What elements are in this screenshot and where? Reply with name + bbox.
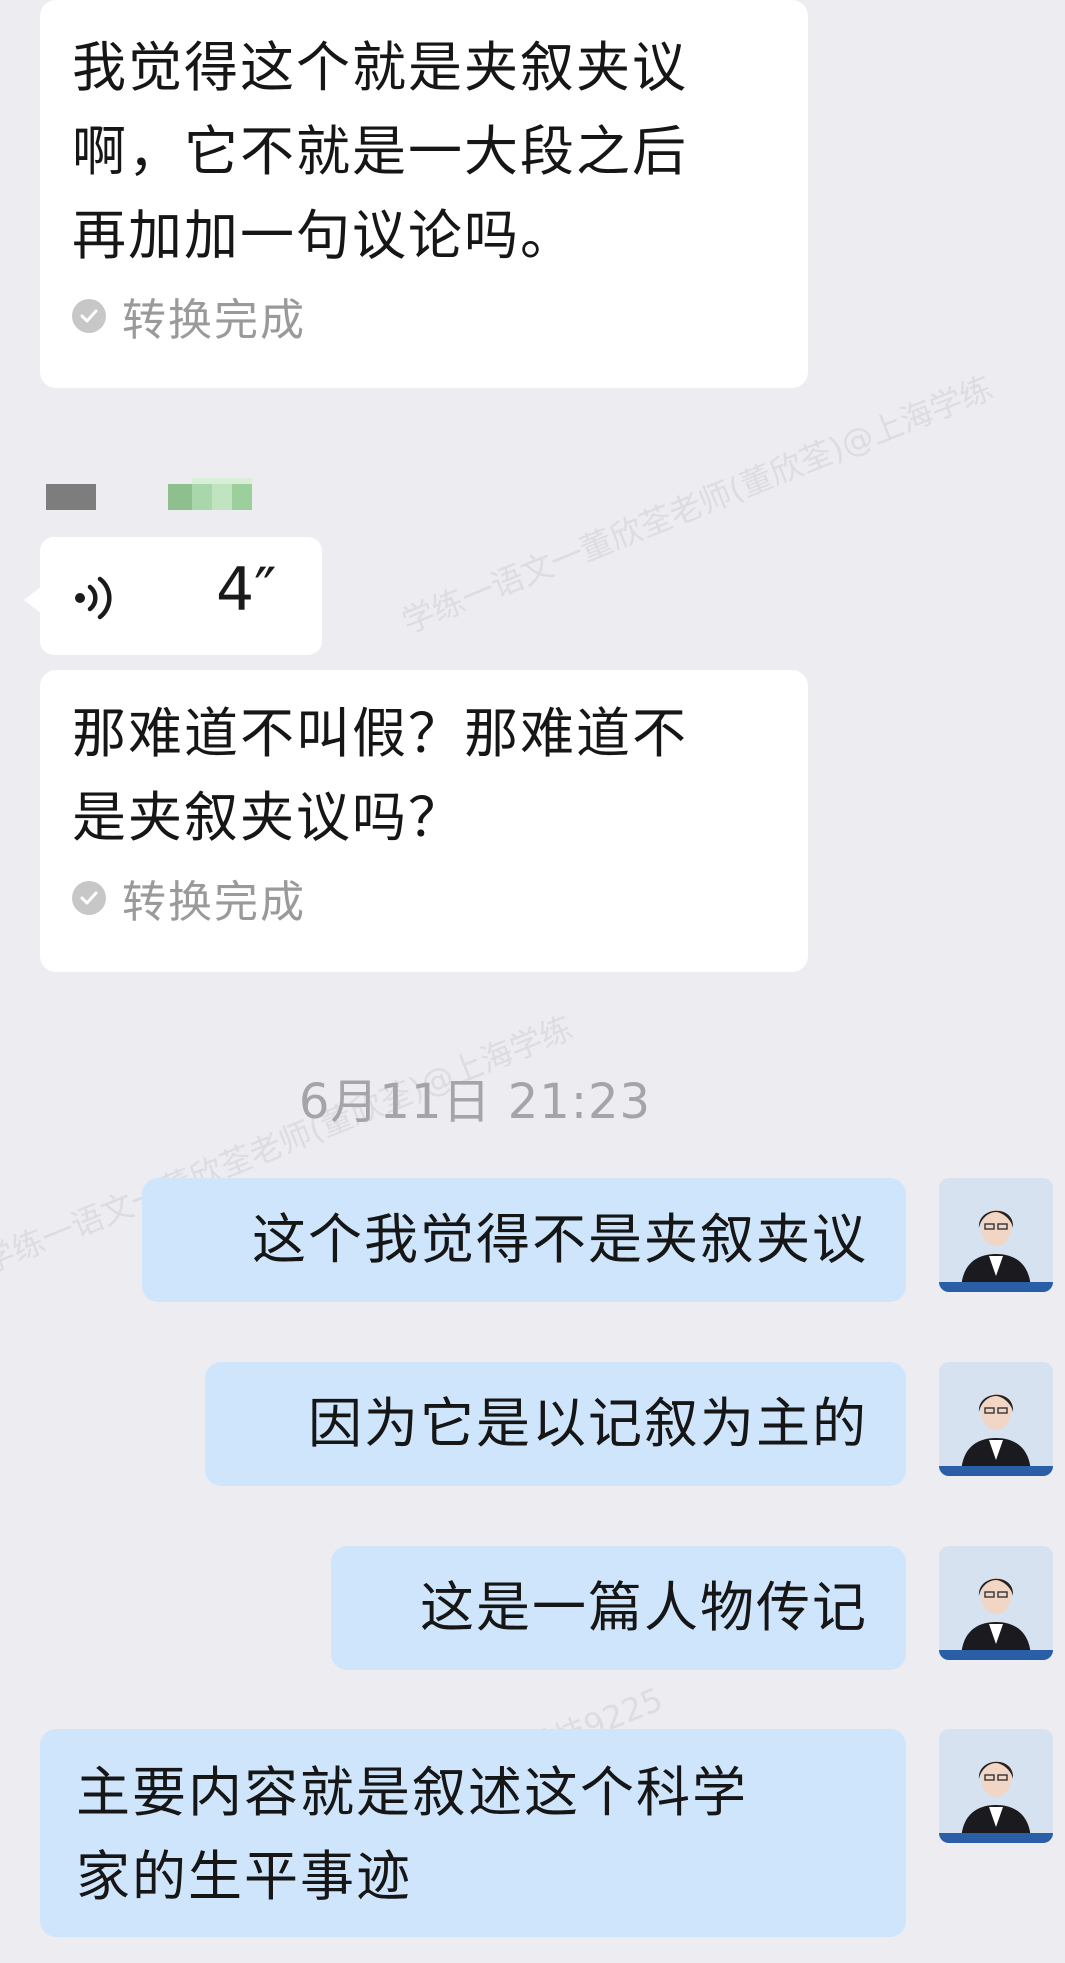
voice-wave-icon [75, 576, 112, 620]
avatar-person-icon [939, 1362, 1053, 1476]
avatar[interactable] [939, 1729, 1053, 1843]
voice-duration: 4″ [216, 555, 277, 625]
transcription-status: 转换完成 [72, 866, 776, 930]
avatar-person-icon [939, 1546, 1053, 1660]
transcription-status: 转换完成 [72, 284, 776, 348]
message-text: 这个我觉得不是夹叙夹议 [252, 1208, 868, 1271]
status-label: 转换完成 [122, 295, 306, 346]
status-label: 转换完成 [122, 877, 306, 928]
chat-timestamp: 6月11日 21:23 [298, 1074, 652, 1130]
message-text: 主要内容就是叙述这个科学 家的生平事迹 [76, 1761, 748, 1908]
avatar[interactable] [939, 1178, 1053, 1292]
outgoing-message[interactable]: 这个我觉得不是夹叙夹议 [142, 1178, 906, 1302]
check-circle-icon [72, 299, 106, 333]
avatar-person-icon [939, 1729, 1053, 1843]
voice-transcript[interactable]: 那难道不叫假？那难道不 是夹叙夹议吗？ 转换完成 [40, 670, 808, 972]
message-text: 那难道不叫假？那难道不 是夹叙夹议吗？ [72, 702, 688, 849]
check-circle-icon [72, 881, 106, 915]
avatar[interactable] [939, 1362, 1053, 1476]
avatar-person-icon [939, 1178, 1053, 1292]
outgoing-message[interactable]: 这是一篇人物传记 [331, 1546, 906, 1670]
message-text: 我觉得这个就是夹叙夹议 啊，它不就是一大段之后 再加加一句议论吗。 [72, 36, 688, 267]
outgoing-message[interactable]: 主要内容就是叙述这个科学 家的生平事迹 [40, 1729, 906, 1937]
voice-message[interactable]: 4″ [40, 537, 322, 655]
message-text: 因为它是以记叙为主的 [308, 1392, 868, 1455]
avatar[interactable] [939, 1546, 1053, 1660]
incoming-message[interactable]: 我觉得这个就是夹叙夹议 啊，它不就是一大段之后 再加加一句议论吗。 转换完成 [40, 0, 808, 388]
watermark-text: 学练一语文一董欣荃老师(董欣荃)@上海学练 [396, 368, 998, 642]
outgoing-message[interactable]: 因为它是以记叙为主的 [205, 1362, 906, 1486]
message-text: 这是一篇人物传记 [420, 1576, 868, 1639]
